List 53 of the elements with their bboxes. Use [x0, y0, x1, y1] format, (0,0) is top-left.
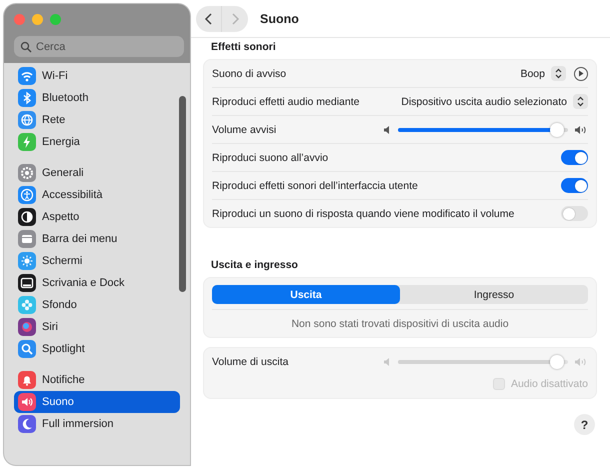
setting-label: Riproduci effetti sonori dell’interfaccia utente	[212, 180, 419, 192]
back-button[interactable]	[196, 6, 222, 32]
sidebar-item[interactable]: Energia	[14, 131, 180, 153]
segment-tab[interactable]: Ingresso	[400, 285, 588, 304]
speaker-icon	[383, 356, 392, 366]
sidebar-item[interactable]: Scrivania e Dock	[14, 272, 180, 294]
popup-value: Dispositivo uscita audio selezionato	[401, 96, 567, 108]
updown-chevron-icon	[576, 96, 585, 107]
speaker-icon	[383, 124, 392, 134]
sidebar-item[interactable]: Bluetooth	[14, 87, 180, 109]
segment-tab[interactable]: Uscita	[212, 285, 400, 304]
play-button[interactable]	[574, 66, 588, 80]
popup-value: Boop	[520, 68, 545, 80]
setting-label: Riproduci un suono di risposta quando viene modificato il volume	[212, 208, 516, 220]
popup-button[interactable]	[551, 66, 566, 81]
sidebar-item[interactable]: Wi-Fi	[14, 65, 180, 87]
sidebar-item[interactable]: Notifiche	[14, 369, 180, 391]
chevron-left-icon	[204, 12, 213, 24]
toggle-switch[interactable]	[561, 206, 588, 221]
setting-label: Riproduci effetti audio mediante	[212, 96, 360, 108]
sidebar-item[interactable]: Aspetto	[14, 206, 180, 228]
sidebar-item[interactable]: Rete	[14, 109, 180, 131]
setting-label: Suono di avviso	[212, 68, 288, 80]
speaker-icon	[574, 356, 588, 366]
setting-label: Volume di uscita	[212, 356, 290, 368]
play-icon	[578, 70, 584, 77]
setting-label: Volume avvisi	[212, 124, 278, 136]
empty-message: Non sono stati trovati dispositivi di uscita audio	[290, 318, 510, 330]
sidebar-item[interactable]: Spotlight	[14, 338, 180, 360]
toggle-switch[interactable]	[561, 150, 588, 165]
search-icon	[20, 41, 32, 53]
window-title: Suono	[260, 12, 299, 26]
chevron-right-icon	[230, 12, 240, 24]
search-field[interactable]: Cerca	[14, 36, 184, 57]
section-title: Effetti sonori	[210, 41, 277, 53]
checkbox-label: Audio disattivato	[510, 378, 588, 390]
sidebar-item[interactable]: Sfondo	[14, 294, 180, 316]
sidebar-item[interactable]: Full immersion	[14, 413, 180, 435]
popup-button[interactable]	[573, 94, 588, 109]
sidebar-item[interactable]: Accessibilità	[14, 184, 180, 206]
volume-slider[interactable]	[398, 122, 568, 136]
sidebar-item[interactable]: Suono	[14, 391, 180, 413]
setting-label: Riproduci suono all’avvio	[212, 152, 330, 164]
sidebar-item[interactable]: Schermi	[14, 250, 180, 272]
toggle-switch[interactable]	[561, 178, 588, 193]
updown-chevron-icon	[554, 68, 563, 79]
sidebar-item[interactable]: Barra dei menu	[14, 228, 180, 250]
scrollbar[interactable]	[179, 96, 186, 292]
sidebar-item[interactable]: Siri	[14, 316, 180, 338]
help-button[interactable]: ?	[574, 414, 595, 435]
sidebar-item[interactable]: Generali	[14, 162, 180, 184]
section-title: Uscita e ingresso	[210, 259, 299, 271]
speaker-icon	[574, 124, 588, 134]
